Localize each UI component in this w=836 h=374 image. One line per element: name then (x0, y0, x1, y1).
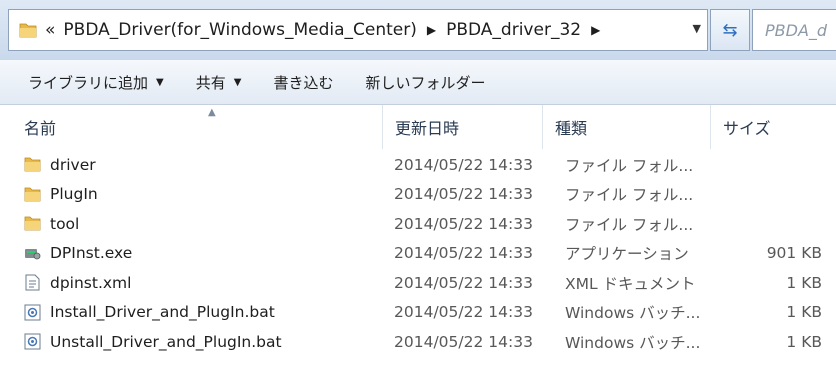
file-type: ファイル フォル... (565, 186, 694, 205)
file-size: 1 KB (786, 332, 822, 351)
breadcrumb-separator-icon[interactable]: ▶ (591, 23, 600, 37)
file-date: 2014/05/22 14:33 (394, 214, 533, 233)
file-date: 2014/05/22 14:33 (394, 332, 533, 351)
column-header-date[interactable]: 更新日時 (382, 105, 542, 149)
file-row-tool[interactable]: tool 2014/05/22 14:33 ファイル フォル... (0, 209, 836, 239)
file-date: 2014/05/22 14:33 (394, 185, 533, 204)
new-folder-label: 新しいフォルダー (365, 73, 486, 92)
file-type: ファイル フォル... (565, 215, 694, 234)
file-row-plugin[interactable]: PlugIn 2014/05/22 14:33 ファイル フォル... (0, 180, 836, 210)
chevron-down-icon: ▼ (233, 76, 242, 88)
folder-icon (24, 216, 41, 231)
share-label: 共有 (195, 73, 226, 92)
file-name: Install_Driver_and_PlugIn.bat (50, 303, 275, 322)
file-name: driver (50, 155, 96, 174)
file-date: 2014/05/22 14:33 (394, 273, 533, 292)
breadcrumb-separator-icon[interactable]: ▶ (427, 23, 436, 37)
file-name: dpinst.xml (50, 273, 132, 292)
file-date: 2014/05/22 14:33 (394, 303, 533, 322)
search-placeholder: PBDA_d (765, 20, 828, 40)
address-bar[interactable]: « PBDA_Driver(for_Windows_Media_Center) … (8, 9, 708, 51)
file-type: ファイル フォル... (565, 156, 694, 175)
file-name: PlugIn (50, 185, 98, 204)
add-to-library-button[interactable]: ライブラリに追加 ▼ (0, 72, 180, 93)
xml-file-icon (25, 274, 40, 291)
column-header-row: 名前 ▲ 更新日時 種類 サイズ (0, 105, 836, 149)
file-type: Windows バッチ... (565, 304, 701, 323)
folder-icon (24, 187, 41, 201)
file-name: DPInst.exe (50, 244, 133, 263)
column-date-label: 更新日時 (395, 119, 460, 138)
file-size: 901 KB (766, 244, 822, 263)
column-header-size[interactable]: サイズ (710, 105, 836, 149)
column-size-label: サイズ (723, 119, 771, 138)
burn-label: 書き込む (273, 73, 334, 92)
folder-icon (19, 23, 37, 38)
address-bar-row: « PBDA_Driver(for_Windows_Media_Center) … (0, 0, 836, 60)
file-type: アプリケーション (565, 245, 689, 264)
folder-icon (24, 157, 41, 172)
column-type-label: 種類 (555, 119, 588, 138)
column-name-label: 名前 (24, 119, 57, 138)
exe-icon (25, 248, 41, 259)
sort-ascending-icon: ▲ (208, 107, 216, 118)
breadcrumb-pbda-driver-root[interactable]: PBDA_Driver(for_Windows_Media_Center) (63, 20, 416, 40)
share-button[interactable]: 共有 ▼ (180, 72, 258, 93)
file-row-install-bat[interactable]: Install_Driver_and_PlugIn.bat 2014/05/22… (0, 298, 836, 328)
file-row-dpinst-xml[interactable]: dpinst.xml 2014/05/22 14:33 XML ドキュメント 1… (0, 268, 836, 298)
file-name: tool (50, 214, 80, 233)
file-row-unstall-bat[interactable]: Unstall_Driver_and_PlugIn.bat 2014/05/22… (0, 327, 836, 357)
new-folder-button[interactable]: 新しいフォルダー (349, 72, 501, 93)
file-name: Unstall_Driver_and_PlugIn.bat (50, 332, 282, 351)
address-overflow-chevron[interactable]: « (45, 20, 55, 40)
column-header-name[interactable]: 名前 ▲ (12, 105, 382, 149)
file-type: XML ドキュメント (565, 274, 696, 293)
file-row-dpinst-exe[interactable]: DPInst.exe 2014/05/22 14:33 アプリケーション 901… (0, 239, 836, 269)
search-input[interactable]: PBDA_d (752, 9, 836, 51)
file-date: 2014/05/22 14:33 (394, 155, 533, 174)
file-size: 1 KB (786, 303, 822, 322)
add-to-library-label: ライブラリに追加 (28, 73, 149, 92)
chevron-down-icon: ▼ (156, 76, 164, 88)
batch-file-icon (24, 304, 41, 320)
breadcrumb-pbda-driver-32[interactable]: PBDA_driver_32 (446, 20, 581, 40)
address-dropdown-icon[interactable]: ▼ (693, 22, 701, 35)
file-type: Windows バッチ... (565, 333, 701, 352)
file-size: 1 KB (786, 273, 822, 292)
refresh-button[interactable]: ⇆ (710, 9, 750, 51)
column-header-type[interactable]: 種類 (542, 105, 710, 149)
file-row-driver[interactable]: driver 2014/05/22 14:33 ファイル フォル... (0, 150, 836, 180)
file-list: driver 2014/05/22 14:33 ファイル フォル... Plug… (0, 150, 836, 357)
file-date: 2014/05/22 14:33 (394, 244, 533, 263)
burn-button[interactable]: 書き込む (257, 72, 349, 93)
refresh-icon: ⇆ (722, 19, 738, 41)
batch-file-icon (24, 333, 41, 350)
command-toolbar: ライブラリに追加 ▼ 共有 ▼ 書き込む 新しいフォルダー (0, 60, 836, 105)
